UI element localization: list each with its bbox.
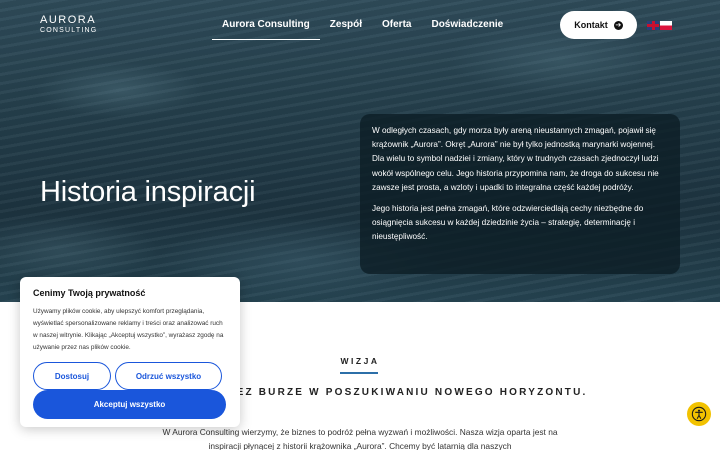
cookie-dialog: Cenimy Twoją prywatność Używamy plików c… [20, 277, 240, 427]
kontakt-button[interactable]: Kontakt ➔ [560, 11, 637, 39]
story-paragraph-1: W odległych czasach, gdy morza były aren… [372, 126, 659, 192]
nav-doswiadczenie[interactable]: Doświadczenie [421, 18, 513, 40]
vision-divider [340, 372, 378, 374]
nav-zespol[interactable]: Zespół [320, 18, 372, 40]
aurora-logo[interactable]: AURORA CONSULTING [40, 14, 98, 35]
main-nav: Aurora Consulting Zespół Oferta Doświadc… [212, 18, 513, 40]
cookie-reject-button[interactable]: Odrzuć wszystko [115, 362, 222, 390]
kontakt-label: Kontakt [574, 20, 608, 30]
accessibility-icon [691, 406, 707, 422]
vision-text: W Aurora Consulting wierzymy, że biznes … [162, 427, 558, 450]
nav-oferta[interactable]: Oferta [372, 18, 421, 40]
cookie-button-row: Dostosuj Odrzuć wszystko [33, 362, 222, 390]
accessibility-button[interactable] [687, 402, 711, 426]
nav-aurora-consulting[interactable]: Aurora Consulting [212, 18, 320, 40]
hero-section: AURORA CONSULTING Aurora Consulting Zesp… [0, 0, 720, 302]
logo-line2: CONSULTING [40, 27, 98, 34]
cookie-title: Cenimy Twoją prywatność [33, 288, 146, 298]
logo-line1: AURORA [40, 14, 97, 26]
page-title: Historia inspiracji [40, 176, 256, 208]
arrow-right-circle-icon: ➔ [613, 20, 623, 30]
cookie-customize-button[interactable]: Dostosuj [33, 362, 111, 390]
story-paragraph-2: Jego historia jest pełna zmagań, które o… [372, 204, 644, 242]
flag-pl-icon[interactable] [660, 21, 672, 30]
cookie-text: Używamy plików cookie, aby ulepszyć komf… [33, 308, 224, 351]
cookie-accept-button[interactable]: Akceptuj wszystko [33, 390, 226, 419]
story-card: W odległych czasach, gdy morza były aren… [360, 114, 680, 274]
flag-uk-icon[interactable] [647, 21, 659, 30]
